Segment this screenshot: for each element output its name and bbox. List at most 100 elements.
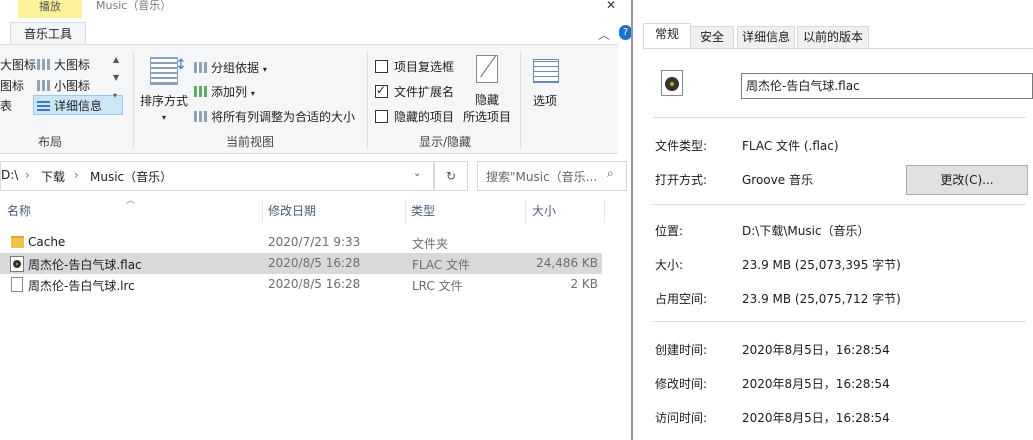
ribbon-separator bbox=[520, 51, 521, 149]
hidden-items-checkbox[interactable] bbox=[375, 110, 388, 123]
ribbon: 大图标 大图标 图标 小图标 表 详细信息 ▲ ▼ ▾ 布局 ↕ 排序方式 ▾ 分组依… bbox=[0, 44, 618, 154]
window-title: Music（音乐） bbox=[96, 0, 172, 12]
hide-selected-line1[interactable]: 隐藏 bbox=[475, 91, 499, 108]
column-header-type[interactable]: 类型 bbox=[411, 202, 435, 219]
size-value: 23.9 MB (25,073,395 字节) bbox=[742, 258, 901, 272]
location-label: 位置: bbox=[655, 224, 684, 238]
file-row[interactable]: 周杰伦-告白气球.lrc 2020/8/5 16:28 LRC 文件 2 KB bbox=[0, 274, 602, 295]
options-icon bbox=[533, 59, 559, 83]
ribbon-separator bbox=[133, 51, 134, 149]
tab-previous-versions[interactable]: 以前的版本 bbox=[797, 26, 869, 48]
change-button[interactable]: 更改(C)... bbox=[906, 165, 1028, 195]
sort-by-button[interactable]: 排序方式 ▾ bbox=[140, 92, 188, 123]
file-date: 2020/8/5 16:28 bbox=[268, 277, 361, 291]
file-type: FLAC 文件 bbox=[412, 258, 471, 272]
refresh-icon[interactable]: ↻ bbox=[434, 161, 468, 191]
column-header-date[interactable]: 修改日期 bbox=[268, 202, 316, 219]
chevron-right-icon: › bbox=[74, 168, 79, 182]
file-row[interactable]: Cache 2020/7/21 9:33 文件夹 bbox=[0, 232, 602, 253]
sort-by-icon bbox=[150, 57, 178, 85]
column-separator[interactable] bbox=[405, 200, 406, 222]
accessed-label: 访问时间: bbox=[655, 411, 708, 425]
collapse-ribbon-icon[interactable]: ︿ bbox=[598, 26, 610, 43]
item-checkboxes-checkbox[interactable] bbox=[375, 60, 388, 73]
group-label-current-view: 当前视图 bbox=[225, 135, 274, 149]
file-size: 2 KB bbox=[570, 277, 598, 291]
layout-scroll-arrows[interactable]: ▲ ▼ ▾ bbox=[113, 55, 119, 100]
window-control-icon[interactable]: ✕ bbox=[606, 0, 616, 12]
column-header-size[interactable]: 大小 bbox=[532, 202, 556, 219]
tab-general[interactable]: 常规 bbox=[643, 23, 691, 50]
hidden-items-label[interactable]: 隐藏的项目 bbox=[394, 108, 454, 125]
add-column-icon bbox=[194, 86, 207, 97]
modified-label: 修改时间: bbox=[655, 377, 708, 391]
fit-columns-icon bbox=[194, 111, 207, 122]
address-segment-music[interactable]: Music（音乐） bbox=[90, 168, 172, 185]
column-separator[interactable] bbox=[262, 200, 263, 222]
file-row-selected[interactable]: 周杰伦-告白气球.flac 2020/8/5 16:28 FLAC 文件 24,… bbox=[0, 253, 602, 274]
search-placeholder: 搜索"Music（音乐... bbox=[486, 170, 598, 184]
column-header-name[interactable]: 名称 bbox=[7, 202, 31, 219]
properties-dialog: 常规 安全 详细信息 以前的版本 周杰伦-告白气球.flac 文件类型: FLA… bbox=[631, 0, 1033, 440]
layout-option[interactable]: 大图标 bbox=[0, 56, 36, 73]
group-label-show-hide: 显示/隐藏 bbox=[418, 135, 472, 149]
layout-option-list[interactable]: 表 bbox=[0, 97, 12, 114]
file-date: 2020/7/21 9:33 bbox=[268, 235, 361, 249]
ribbon-separator bbox=[367, 51, 368, 149]
divider bbox=[653, 117, 1026, 118]
add-column-button[interactable]: 添加列 ▾ bbox=[194, 83, 255, 100]
divider bbox=[653, 204, 1026, 205]
accessed-value: 2020年8月5日，16:28:54 bbox=[742, 411, 890, 425]
file-extensions-checkbox[interactable] bbox=[375, 83, 388, 98]
divider bbox=[653, 321, 1026, 322]
tab-details[interactable]: 详细信息 bbox=[737, 26, 795, 48]
tab-security[interactable]: 安全 bbox=[690, 26, 734, 48]
column-separator[interactable] bbox=[604, 200, 605, 222]
size-label: 大小: bbox=[655, 258, 684, 272]
column-separator[interactable] bbox=[525, 200, 526, 222]
file-extensions-label[interactable]: 文件扩展名 bbox=[394, 83, 454, 100]
created-label: 创建时间: bbox=[655, 343, 708, 357]
modified-value: 2020年8月5日，16:28:54 bbox=[742, 377, 890, 391]
layout-details[interactable]: 详细信息 bbox=[37, 97, 102, 114]
small-icons-icon bbox=[37, 80, 50, 91]
disk-size-value: 23.9 MB (25,075,712 字节) bbox=[742, 292, 901, 306]
folder-icon bbox=[11, 236, 24, 248]
file-type-value: FLAC 文件 (.flac) bbox=[742, 139, 839, 153]
tab-music-tools[interactable]: 音乐工具 bbox=[10, 22, 86, 45]
options-button[interactable]: 选项 bbox=[533, 92, 557, 109]
title-bar: 播放 Music（音乐） ✕ bbox=[0, 0, 632, 22]
layout-option-icons[interactable]: 图标 bbox=[0, 77, 24, 94]
disk-size-label: 占用空间: bbox=[655, 292, 708, 306]
sort-arrow-icon: ↕ bbox=[175, 57, 187, 73]
file-type-label: 文件类型: bbox=[655, 139, 708, 153]
layout-large-icons[interactable]: 大图标 bbox=[37, 56, 90, 73]
created-value: 2020年8月5日，16:28:54 bbox=[742, 343, 890, 357]
contextual-tab-play[interactable]: 播放 bbox=[18, 0, 82, 18]
chevron-right-icon: › bbox=[25, 168, 30, 182]
file-date: 2020/8/5 16:28 bbox=[268, 256, 361, 270]
sort-ascending-icon: ︿ bbox=[126, 196, 136, 206]
filename-field[interactable]: 周杰伦-告白气球.flac bbox=[741, 73, 1033, 99]
address-bar[interactable]: D:\ › 下载 › Music（音乐） ⌄ bbox=[0, 161, 434, 191]
audio-file-large-icon bbox=[661, 70, 683, 96]
file-name: Cache bbox=[28, 235, 66, 249]
group-by-button[interactable]: 分组依据 ▾ bbox=[194, 59, 267, 76]
search-icon: ⌕ bbox=[607, 166, 614, 180]
chevron-down-icon[interactable]: ⌄ bbox=[413, 168, 421, 179]
file-name: 周杰伦-告白气球.flac bbox=[28, 258, 142, 272]
address-segment-downloads[interactable]: 下载 bbox=[41, 168, 65, 185]
search-input[interactable]: 搜索"Music（音乐... ⌕ bbox=[477, 161, 627, 191]
layout-small-icons[interactable]: 小图标 bbox=[37, 77, 90, 94]
location-value: D:\下载\Music（音乐） bbox=[742, 224, 870, 238]
file-name: 周杰伦-告白气球.lrc bbox=[28, 279, 135, 293]
large-icons-icon bbox=[37, 59, 50, 70]
address-segment-drive[interactable]: D:\ bbox=[1, 168, 18, 182]
text-file-icon bbox=[11, 277, 23, 292]
item-checkboxes-label[interactable]: 项目复选框 bbox=[394, 58, 454, 75]
hide-selected-line2[interactable]: 所选项目 bbox=[463, 108, 511, 125]
details-icon bbox=[37, 100, 50, 111]
file-type: 文件夹 bbox=[412, 237, 449, 251]
fit-columns-button[interactable]: 将所有列调整为合适的大小 bbox=[194, 108, 355, 125]
open-with-label: 打开方式: bbox=[655, 173, 708, 187]
